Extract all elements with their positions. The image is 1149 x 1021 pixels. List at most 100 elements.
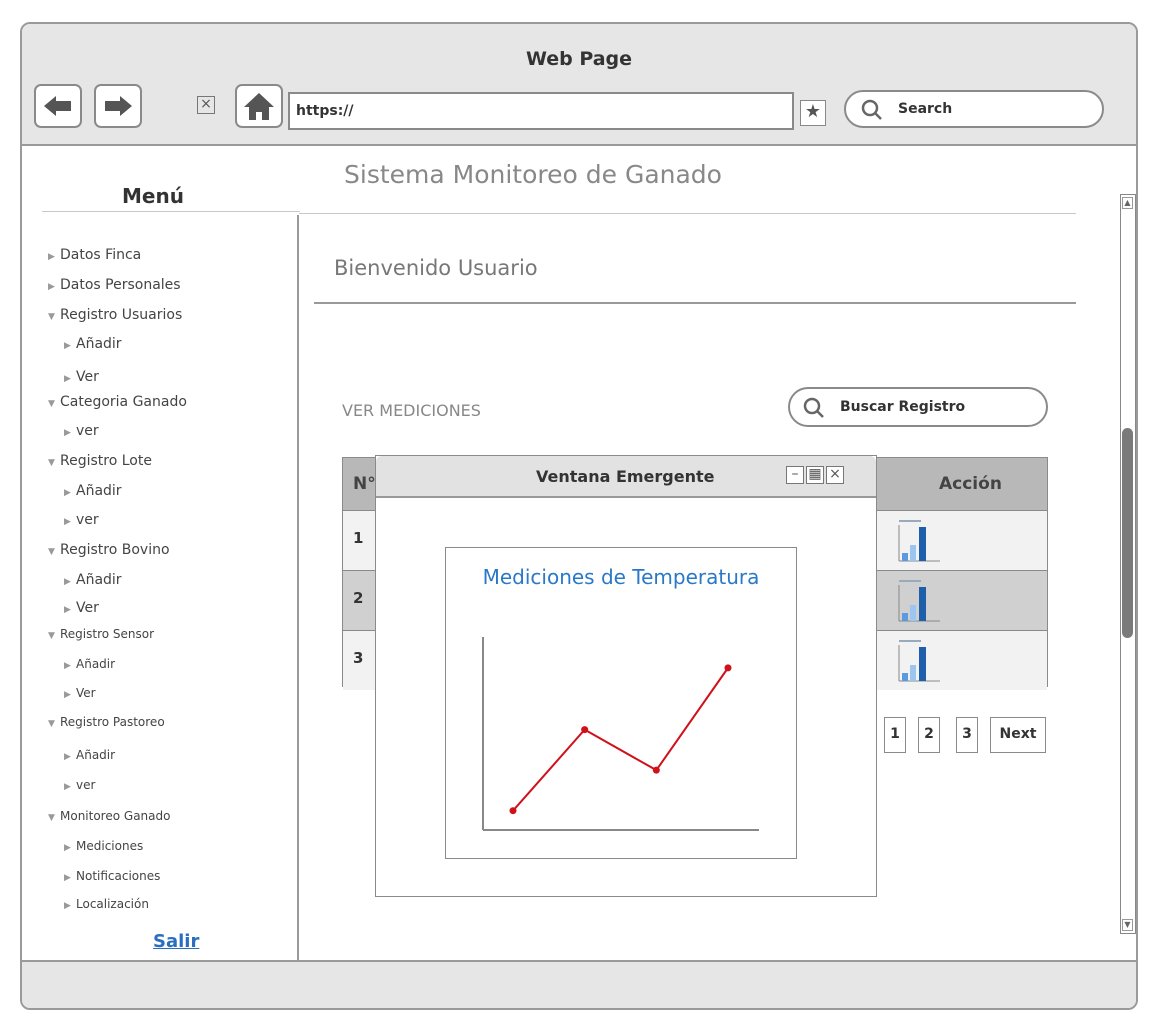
window-title: Web Page — [525, 48, 633, 70]
sidebar-item[interactable]: ▶ Datos Finca — [48, 247, 141, 263]
page-1-button[interactable]: 1 — [884, 717, 906, 753]
sidebar-item-label: Añadir — [76, 336, 122, 352]
sidebar-item-label: Monitoreo Ganado — [60, 809, 171, 823]
stop-button[interactable]: × — [197, 96, 215, 114]
sidebar-item-label: Registro Lote — [60, 453, 152, 469]
sidebar-item-label: Registro Pastoreo — [60, 715, 165, 729]
sidebar-item-label: Añadir — [76, 483, 122, 499]
sidebar-item[interactable]: ▶ Añadir — [64, 657, 115, 671]
scroll-down-icon[interactable]: ▼ — [1122, 919, 1133, 931]
next-page-button[interactable]: Next — [990, 717, 1046, 753]
sidebar-item[interactable]: ▼ Registro Bovino — [48, 542, 170, 558]
sidebar-item-label: ver — [76, 423, 99, 439]
collapsed-triangle-icon: ▶ — [64, 661, 71, 671]
collapsed-triangle-icon: ▶ — [64, 577, 71, 587]
welcome-heading: Bienvenido Usuario — [334, 256, 538, 280]
sidebar-item[interactable]: ▼ Categoria Ganado — [48, 394, 187, 410]
expanded-triangle-icon: ▼ — [48, 631, 55, 641]
collapsed-triangle-icon: ▶ — [64, 843, 71, 853]
logout-link[interactable]: Salir — [153, 931, 199, 952]
title-divider — [299, 213, 1076, 214]
back-button[interactable] — [34, 84, 82, 128]
sidebar-item[interactable]: ▶ ver — [64, 778, 95, 792]
collapsed-triangle-icon: ▶ — [64, 488, 71, 498]
collapsed-triangle-icon: ▶ — [64, 374, 71, 384]
sidebar-item-label: Ver — [76, 686, 96, 700]
sidebar-item-label: Localización — [76, 897, 149, 911]
sidebar-item-label: Notificaciones — [76, 869, 161, 883]
menu-title: Menú — [122, 184, 184, 208]
data-point — [581, 726, 589, 734]
data-point — [724, 664, 732, 672]
sidebar-item[interactable]: ▶ Notificaciones — [64, 869, 160, 883]
sidebar-item[interactable]: ▶ Ver — [64, 600, 99, 616]
bookmark-star-icon[interactable]: ★ — [800, 100, 826, 126]
collapsed-triangle-icon: ▶ — [64, 517, 71, 527]
bar-chart-icon[interactable] — [894, 635, 942, 687]
sidebar-item[interactable]: ▶ Ver — [64, 369, 99, 385]
sidebar-item[interactable]: ▶ Datos Personales — [48, 277, 181, 293]
minimize-icon[interactable]: – — [786, 466, 804, 484]
popup-window: Ventana Emergente – ▦ × Mediciones de Te… — [375, 455, 877, 897]
sidebar-item-label: Datos Finca — [60, 247, 142, 263]
bar-chart-icon[interactable] — [894, 515, 942, 567]
sidebar-item[interactable]: ▶ Añadir — [64, 572, 122, 588]
browser-titlebar: Web Page × https:// ★ Search — [22, 24, 1136, 146]
search-placeholder: Search — [898, 101, 953, 117]
page-2-button[interactable]: 2 — [918, 717, 940, 753]
close-icon: × — [200, 96, 212, 112]
status-bar — [22, 960, 1136, 1008]
row-number: 2 — [353, 589, 364, 607]
page-3-button[interactable]: 3 — [956, 717, 978, 753]
close-icon[interactable]: × — [826, 466, 844, 484]
sidebar-item[interactable]: ▶ Añadir — [64, 748, 115, 762]
welcome-divider — [314, 302, 1076, 304]
collapsed-triangle-icon: ▶ — [64, 752, 71, 762]
expanded-triangle-icon: ▼ — [48, 458, 55, 468]
forward-button[interactable] — [94, 84, 142, 128]
sidebar-item[interactable]: ▶ ver — [64, 512, 99, 528]
maximize-icon[interactable]: ▦ — [806, 466, 824, 484]
column-header-number: N° — [353, 474, 376, 494]
sidebar-item-label: Registro Usuarios — [60, 307, 183, 323]
data-point — [652, 766, 660, 774]
column-header-action: Acción — [939, 474, 1002, 494]
popup-titlebar[interactable]: Ventana Emergente – ▦ × — [376, 456, 876, 498]
bar-chart-icon[interactable] — [894, 575, 942, 627]
popup-title: Ventana Emergente — [536, 467, 715, 486]
sidebar-item[interactable]: ▼ Registro Pastoreo — [48, 715, 165, 729]
collapsed-triangle-icon: ▶ — [64, 873, 71, 883]
search-icon — [861, 99, 882, 120]
home-button[interactable] — [235, 84, 283, 128]
sidebar-item[interactable]: ▶ Añadir — [64, 483, 122, 499]
sidebar-item[interactable]: ▶ Ver — [64, 686, 96, 700]
sidebar-item[interactable]: ▼ Registro Lote — [48, 453, 152, 469]
arrow-right-icon — [105, 96, 132, 116]
scrollbar-thumb[interactable] — [1122, 428, 1133, 638]
row-number: 3 — [353, 649, 364, 667]
sidebar-item[interactable]: ▶ Añadir — [64, 336, 122, 352]
expanded-triangle-icon: ▼ — [48, 312, 55, 322]
collapsed-triangle-icon: ▶ — [64, 901, 71, 911]
series-line — [512, 667, 729, 812]
menu-divider — [42, 211, 300, 212]
url-input[interactable]: https:// — [288, 92, 794, 130]
sidebar-item[interactable]: ▶ Localización — [64, 897, 149, 911]
sidebar-item[interactable]: ▼ Registro Usuarios — [48, 307, 182, 323]
vertical-scrollbar[interactable]: ▲ ▼ — [1120, 194, 1136, 934]
section-title: VER MEDICIONES — [342, 401, 481, 420]
chart-plot — [482, 637, 759, 831]
sidebar-item-label: Registro Bovino — [60, 542, 170, 558]
sidebar-item[interactable]: ▼ Monitoreo Ganado — [48, 809, 170, 823]
collapsed-triangle-icon: ▶ — [64, 341, 71, 351]
page-title: Sistema Monitoreo de Ganado — [344, 160, 722, 189]
sidebar-item[interactable]: ▶ Mediciones — [64, 839, 143, 853]
browser-search-input[interactable]: Search — [844, 90, 1104, 128]
sidebar-item[interactable]: ▼ Registro Sensor — [48, 627, 154, 641]
sidebar-item[interactable]: ▶ ver — [64, 423, 99, 439]
record-search-input[interactable]: Buscar Registro — [788, 387, 1048, 427]
scroll-up-icon[interactable]: ▲ — [1122, 197, 1133, 209]
sidebar-item-label: Datos Personales — [60, 277, 181, 293]
arrow-left-icon — [44, 96, 71, 116]
record-search-placeholder: Buscar Registro — [840, 399, 966, 415]
